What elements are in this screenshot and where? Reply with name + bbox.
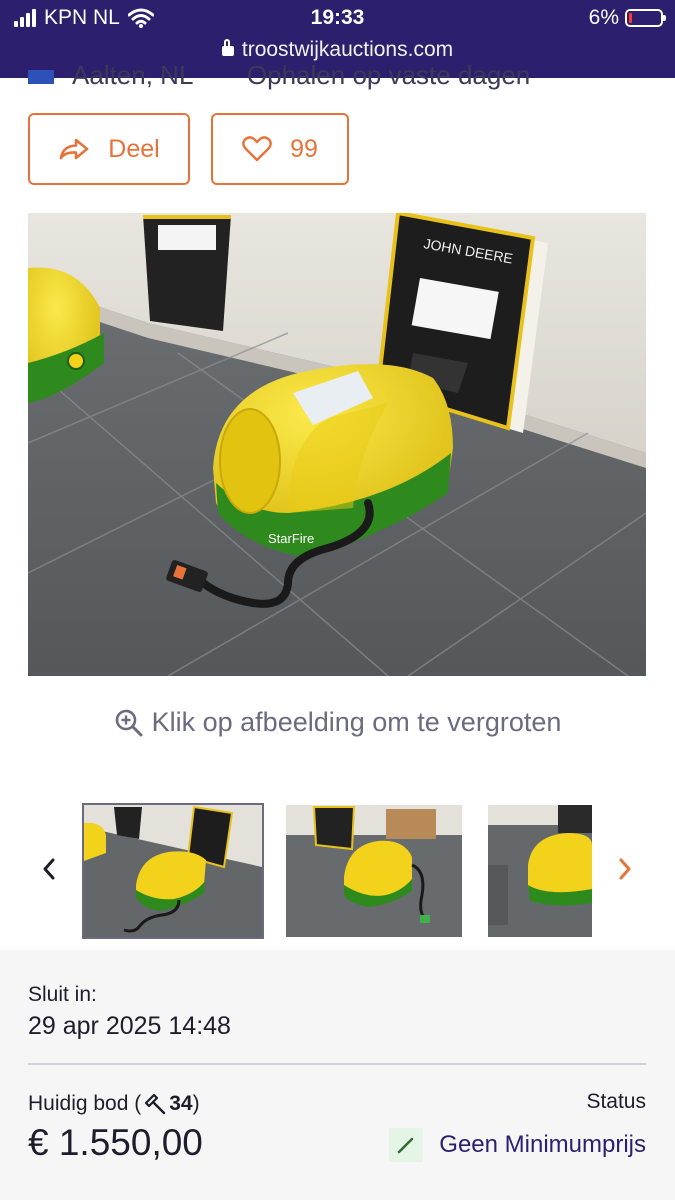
thumbnail-1[interactable] bbox=[82, 803, 264, 939]
favorite-button[interactable]: 99 bbox=[211, 113, 349, 185]
share-button[interactable]: Deel bbox=[28, 113, 190, 185]
heart-icon bbox=[242, 136, 272, 162]
current-bid-amount: € 1.550,00 bbox=[28, 1122, 203, 1163]
battery-icon bbox=[625, 9, 666, 27]
status-value: Geen Minimumprijs bbox=[439, 1131, 646, 1158]
location-text: Aalten, NL bbox=[72, 60, 193, 90]
share-label: Deel bbox=[108, 134, 160, 163]
current-bid-label: Huidig bod ( 34 ) bbox=[28, 1092, 200, 1116]
clock: 19:33 bbox=[310, 6, 365, 29]
no-reserve-icon bbox=[389, 1128, 424, 1162]
closing-date: 29 apr 2025 14:48 bbox=[28, 1012, 231, 1040]
battery-status: 6% bbox=[588, 6, 666, 30]
favorite-count: 99 bbox=[290, 134, 318, 163]
main-product-image[interactable]: JOHN DEERE StarFire bbox=[28, 213, 646, 676]
bid-count: 34 bbox=[169, 1092, 193, 1115]
address-bar[interactable]: troostwijkauctions.com bbox=[0, 38, 675, 62]
panel-divider bbox=[28, 1063, 646, 1065]
chevron-left-icon bbox=[43, 858, 55, 880]
current-bid-suffix: ) bbox=[192, 1092, 200, 1115]
gallery-prev-button[interactable] bbox=[32, 852, 66, 886]
url-text: troostwijkauctions.com bbox=[241, 38, 454, 61]
thumbnail-3[interactable] bbox=[488, 805, 592, 937]
status-label: Status bbox=[586, 1090, 646, 1113]
flag-icon bbox=[28, 70, 54, 85]
gallery-next-button[interactable] bbox=[608, 852, 642, 886]
zoom-in-icon bbox=[115, 709, 143, 736]
battery-percent: 6% bbox=[588, 6, 619, 29]
zoom-hint[interactable]: Klik op afbeelding om te vergroten bbox=[0, 707, 675, 738]
pickup-text: Ophalen op vaste dagen bbox=[246, 60, 531, 90]
lock-icon bbox=[221, 39, 234, 56]
thumbnail-gallery bbox=[0, 800, 675, 942]
thumbnail-2[interactable] bbox=[286, 805, 462, 937]
gavel-icon bbox=[145, 1093, 166, 1115]
current-bid-prefix: Huidig bod ( bbox=[28, 1092, 142, 1115]
auction-info-panel: Sluit in: 29 apr 2025 14:48 Huidig bod (… bbox=[0, 950, 675, 1200]
chevron-right-icon bbox=[619, 858, 631, 880]
closing-label: Sluit in: bbox=[28, 983, 97, 1006]
svg-text:StarFire: StarFire bbox=[268, 531, 314, 546]
share-icon bbox=[59, 138, 89, 160]
zoom-hint-text: Klik op afbeelding om te vergroten bbox=[151, 707, 562, 737]
status-value-row: Geen Minimumprijs bbox=[389, 1128, 646, 1162]
location-row: Aalten, NL Ophalen op vaste dagen bbox=[28, 60, 530, 91]
